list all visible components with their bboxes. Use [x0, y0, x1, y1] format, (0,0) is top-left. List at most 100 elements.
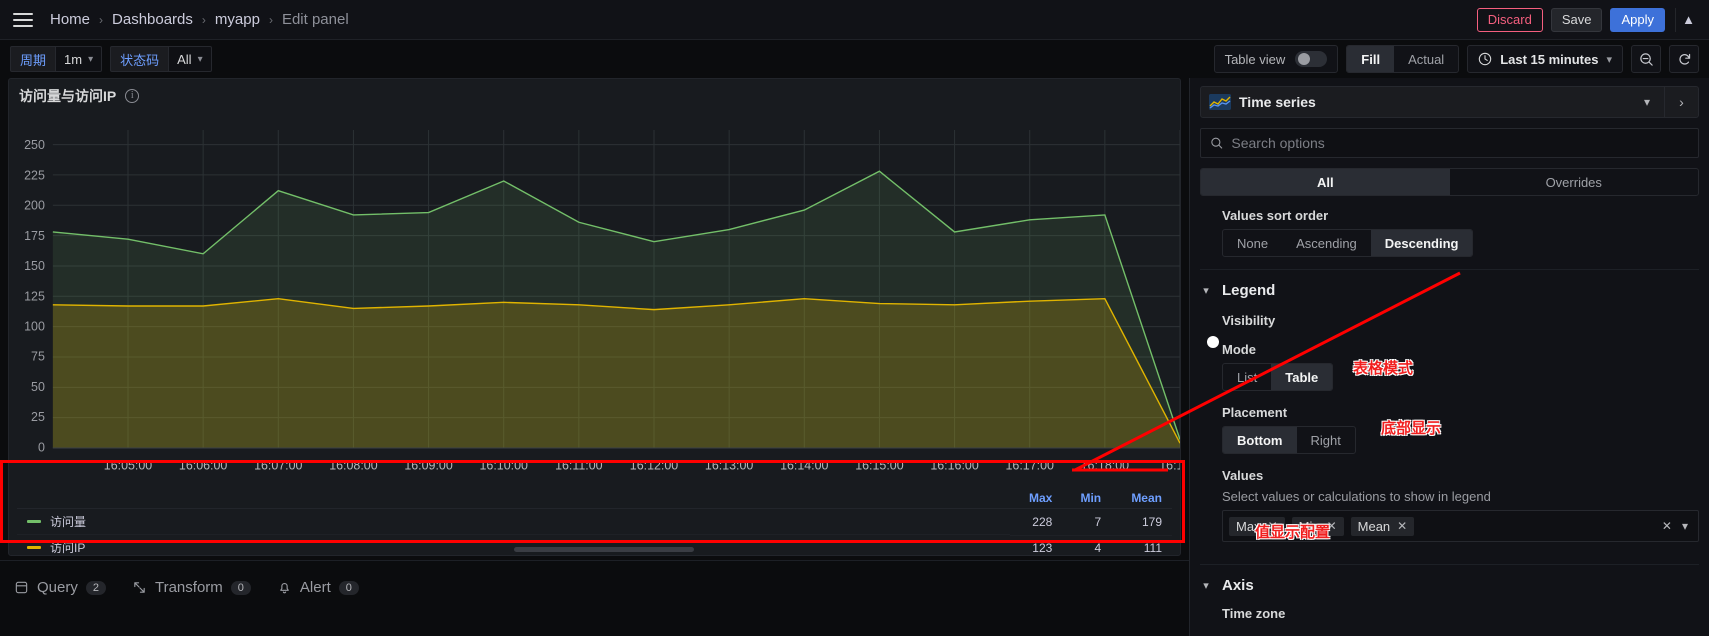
refresh-button[interactable]: [1669, 45, 1699, 73]
chevron-down-icon[interactable]: ▾: [1200, 579, 1212, 592]
zoom-out-icon: [1639, 52, 1654, 67]
table-view-switch[interactable]: [1295, 51, 1327, 67]
sort-none-option[interactable]: None: [1223, 230, 1282, 256]
chevron-down-icon[interactable]: ▾: [1682, 519, 1688, 533]
transform-icon: [132, 580, 147, 595]
chevron-down-icon[interactable]: ▾: [1630, 95, 1664, 109]
actual-option[interactable]: Actual: [1394, 46, 1458, 72]
clear-all-icon[interactable]: ✕: [1662, 519, 1672, 533]
info-icon[interactable]: i: [125, 89, 139, 103]
svg-text:16:09:00: 16:09:00: [404, 459, 452, 473]
sort-ascending-option[interactable]: Ascending: [1282, 230, 1371, 256]
tab-transform[interactable]: Transform 0: [132, 579, 251, 596]
legend-col-Mean[interactable]: Mean: [1111, 488, 1172, 509]
tab-alert[interactable]: Alert 0: [277, 579, 359, 596]
variable-period: 周期 1m ▾: [10, 46, 102, 72]
svg-text:25: 25: [31, 411, 45, 425]
breadcrumb-separator-icon: ›: [269, 13, 273, 27]
legend-section-header[interactable]: ▾ Legend: [1200, 270, 1699, 301]
sort-descending-option[interactable]: Descending: [1371, 230, 1473, 256]
legend-row[interactable]: 访问量2287179: [17, 509, 1172, 536]
legend-value-mean: 111: [1111, 535, 1172, 555]
bell-icon: [277, 580, 292, 595]
tab-alert-label: Alert: [300, 579, 331, 596]
legend-col-series[interactable]: [17, 488, 1010, 509]
breadcrumb-item-myapp[interactable]: myapp: [215, 11, 260, 28]
svg-text:16:14:00: 16:14:00: [780, 459, 828, 473]
axis-section-header[interactable]: ▾ Axis: [1200, 564, 1699, 596]
search-icon: [1210, 136, 1223, 150]
panel-toolbar: 周期 1m ▾ 状态码 All ▾ Table view Fill Actual…: [0, 40, 1709, 78]
variable-period-value-text: 1m: [64, 52, 82, 67]
legend-section-title: Legend: [1222, 282, 1275, 299]
variable-status-code-value[interactable]: All ▾: [168, 46, 211, 72]
close-icon[interactable]: ✕: [1327, 519, 1337, 533]
tab-query[interactable]: Query 2: [14, 579, 106, 596]
variable-status-code: 状态码 All ▾: [110, 46, 212, 72]
fill-option[interactable]: Fill: [1347, 46, 1394, 72]
legend-series-name[interactable]: 访问量: [17, 509, 1010, 535]
svg-text:50: 50: [31, 380, 45, 394]
legend-value-chip-min[interactable]: Min ✕: [1292, 517, 1344, 536]
variable-status-code-value-text: All: [177, 52, 191, 67]
discard-button[interactable]: Discard: [1477, 8, 1543, 32]
legend-row[interactable]: 访问IP1234111: [17, 535, 1172, 555]
options-pane: Time series ▾ › All Overrides Values sor…: [1189, 78, 1709, 636]
chevron-down-icon: ▾: [198, 54, 203, 65]
chip-label: Max: [1236, 519, 1261, 534]
variable-status-code-label: 状态码: [110, 46, 168, 72]
time-range-picker[interactable]: Last 15 minutes ▾: [1467, 45, 1623, 73]
tab-query-label: Query: [37, 579, 78, 596]
legend-area: MaxMinMean 访问量2287179访问IP1234111: [9, 488, 1180, 555]
legend-mode-list-option[interactable]: List: [1223, 364, 1271, 390]
svg-text:225: 225: [24, 169, 45, 183]
legend-value-min: 7: [1062, 509, 1111, 536]
legend-col-Min[interactable]: Min: [1062, 488, 1111, 509]
legend-series-label: 访问量: [50, 513, 86, 530]
breadcrumb: Home › Dashboards › myapp › Edit panel: [50, 11, 349, 28]
svg-text:175: 175: [24, 229, 45, 243]
breadcrumb-item-home[interactable]: Home: [50, 11, 90, 28]
options-scroll-area: All Overrides Values sort order None Asc…: [1190, 118, 1709, 636]
table-view-toggle[interactable]: Table view: [1214, 45, 1339, 73]
values-description: Select values or calculations to show in…: [1222, 489, 1699, 504]
legend-table: MaxMinMean 访问量2287179访问IP1234111: [17, 488, 1172, 555]
legend-series-name[interactable]: 访问IP: [17, 535, 1010, 555]
search-options-box[interactable]: [1200, 128, 1699, 158]
tab-transform-count: 0: [231, 581, 251, 595]
svg-text:150: 150: [24, 259, 45, 273]
close-icon[interactable]: ✕: [1397, 519, 1407, 533]
visibility-label: Visibility: [1222, 313, 1699, 328]
legend-values-multiselect[interactable]: Max ✕ Min ✕ Mean ✕ ✕ ▾: [1222, 510, 1699, 542]
search-options-input[interactable]: [1231, 135, 1689, 151]
breadcrumb-item-edit-panel: Edit panel: [282, 11, 349, 28]
hamburger-menu-icon[interactable]: [10, 7, 36, 33]
tab-all[interactable]: All: [1201, 169, 1450, 195]
breadcrumb-item-dashboards[interactable]: Dashboards: [112, 11, 193, 28]
tab-overrides[interactable]: Overrides: [1450, 169, 1699, 195]
time-series-icon: [1209, 94, 1231, 110]
legend-placement-bottom-option[interactable]: Bottom: [1223, 427, 1297, 453]
tab-query-count: 2: [86, 581, 106, 595]
apply-button[interactable]: Apply: [1610, 8, 1665, 32]
legend-placement-right-option[interactable]: Right: [1297, 427, 1355, 453]
legend-value-chip-max[interactable]: Max ✕: [1229, 517, 1285, 536]
zoom-out-button[interactable]: [1631, 45, 1661, 73]
time-series-plot[interactable]: 025507510012515017520022525016:05:0016:0…: [9, 108, 1180, 488]
series-color-swatch: [27, 520, 41, 523]
chevron-up-icon[interactable]: ▲: [1675, 8, 1701, 32]
scrollbar-thumb[interactable]: [514, 547, 694, 552]
close-icon[interactable]: ✕: [1268, 519, 1278, 533]
database-icon: [14, 580, 29, 595]
save-button[interactable]: Save: [1551, 8, 1603, 32]
values-sort-order-section: Values sort order None Ascending Descend…: [1200, 196, 1699, 270]
chevron-right-icon[interactable]: ›: [1664, 87, 1698, 117]
legend-value-chip-mean[interactable]: Mean ✕: [1351, 517, 1415, 536]
variable-period-value[interactable]: 1m ▾: [55, 46, 102, 72]
legend-mode-table-option[interactable]: Table: [1271, 364, 1332, 390]
legend-placement-segmented: Bottom Right: [1222, 426, 1356, 454]
legend-horizontal-scrollbar[interactable]: [9, 547, 1180, 552]
chevron-down-icon[interactable]: ▾: [1200, 284, 1212, 297]
legend-col-Max[interactable]: Max: [1010, 488, 1062, 509]
visualization-picker[interactable]: Time series ▾ ›: [1200, 86, 1699, 118]
